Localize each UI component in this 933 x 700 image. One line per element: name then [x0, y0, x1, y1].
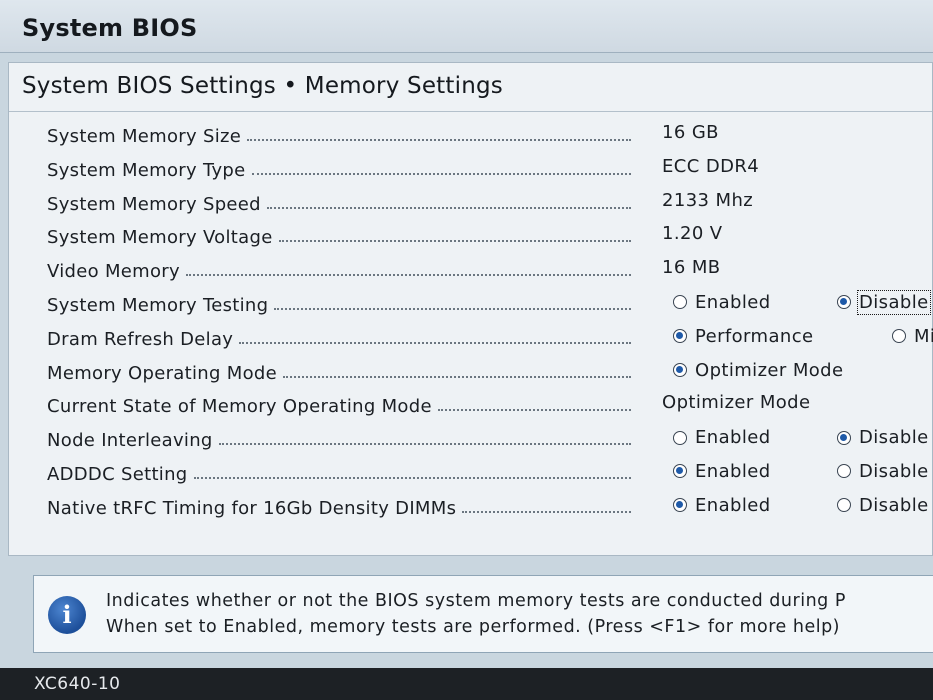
settings-panel: System BIOS Settings • Memory Settings S… — [8, 62, 933, 556]
help-line-1: Indicates whether or not the BIOS system… — [106, 591, 846, 611]
system-name: XC640-10 — [34, 674, 121, 694]
help-text: Indicates whether or not the BIOS system… — [106, 588, 846, 640]
radio-circle-icon — [673, 363, 687, 378]
setting-label: Native tRFC Timing for 16Gb Density DIMM… — [47, 497, 457, 519]
setting-row-video-memory: Video Memory 16 MB — [47, 254, 933, 288]
setting-row-system-memory-testing: System Memory Testing Enabled Disable — [47, 288, 933, 322]
leader-dots — [247, 139, 631, 141]
setting-label: System Memory Size — [47, 126, 242, 147]
setting-row-dram-refresh-delay: Dram Refresh Delay Performance Mi — [47, 322, 933, 356]
leader-dots — [462, 510, 631, 513]
setting-label: Node Interleaving — [47, 430, 213, 452]
setting-row-node-interleaving: Node Interleaving Enabled Disable — [47, 423, 933, 457]
setting-value: 1.20 V — [662, 223, 723, 245]
leader-dots — [185, 274, 631, 277]
radio-disable[interactable]: Disable — [837, 427, 929, 448]
setting-value: 16 MB — [662, 257, 721, 279]
leader-dots — [193, 476, 631, 479]
radio-circle-icon — [837, 430, 851, 445]
divider — [9, 111, 932, 112]
setting-row-system-memory-size: System Memory Size 16 GB — [47, 119, 933, 153]
radio-enabled[interactable]: Enabled — [673, 427, 771, 448]
title-bar: System BIOS — [0, 0, 933, 53]
radio-mi[interactable]: Mi — [892, 326, 933, 347]
status-bar: XC640-10 — [0, 668, 933, 700]
radio-circle-icon — [673, 498, 687, 513]
radio-circle-icon — [673, 430, 687, 445]
leader-dots — [266, 206, 631, 209]
info-icon: i — [48, 596, 86, 634]
radio-circle-icon — [673, 329, 687, 344]
setting-label: System Memory Type — [47, 159, 246, 181]
leader-dots — [437, 409, 631, 412]
radio-disable[interactable]: Disable — [837, 461, 929, 482]
setting-value: ECC DDR4 — [662, 155, 760, 177]
setting-row-memory-operating-mode: Memory Operating Mode Optimizer Mode — [47, 356, 933, 390]
setting-label: ADDDC Setting — [47, 463, 188, 485]
help-box: i Indicates whether or not the BIOS syst… — [33, 575, 933, 653]
page-title: System BIOS — [22, 14, 198, 42]
radio-enabled[interactable]: Enabled — [673, 461, 771, 482]
radio-performance[interactable]: Performance — [673, 326, 813, 347]
radio-circle-icon — [837, 464, 851, 479]
setting-row-adddc-setting: ADDDC Setting Enabled Disable — [47, 457, 933, 491]
setting-label: Memory Operating Mode — [47, 362, 277, 384]
setting-label: Current State of Memory Operating Mode — [47, 396, 432, 418]
setting-row-system-memory-voltage: System Memory Voltage 1.20 V — [47, 220, 933, 254]
radio-circle-icon — [673, 464, 687, 479]
setting-label: System Memory Speed — [47, 193, 261, 215]
radio-disable[interactable]: Disable — [837, 495, 929, 516]
radio-circle-icon — [837, 295, 851, 310]
radio-circle-icon — [673, 295, 687, 310]
setting-value: 16 GB — [662, 122, 719, 143]
setting-row-system-memory-type: System Memory Type ECC DDR4 — [47, 153, 933, 187]
setting-value: Optimizer Mode — [662, 392, 811, 414]
leader-dots — [218, 443, 631, 446]
radio-circle-icon — [892, 329, 906, 344]
setting-row-native-trfc-timing: Native tRFC Timing for 16Gb Density DIMM… — [47, 491, 933, 525]
radio-optimizer-mode[interactable]: Optimizer Mode — [673, 360, 843, 381]
setting-row-system-memory-speed: System Memory Speed 2133 Mhz — [47, 187, 933, 221]
leader-dots — [278, 240, 631, 243]
radio-enabled[interactable]: Enabled — [673, 292, 771, 313]
panel-title: System BIOS Settings • Memory Settings — [22, 73, 503, 99]
setting-label: System Memory Voltage — [47, 227, 273, 249]
leader-dots — [239, 341, 631, 344]
help-line-2: When set to Enabled, memory tests are pe… — [106, 617, 841, 637]
radio-enabled[interactable]: Enabled — [673, 495, 771, 516]
setting-label: Dram Refresh Delay — [47, 328, 234, 350]
setting-value: 2133 Mhz — [662, 189, 754, 211]
radio-disable[interactable]: Disable — [837, 289, 931, 315]
settings-list: System Memory Size 16 GB System Memory T… — [47, 119, 933, 525]
leader-dots — [282, 375, 631, 378]
radio-circle-icon — [837, 498, 851, 513]
setting-label: Video Memory — [47, 261, 180, 283]
setting-label: System Memory Testing — [47, 294, 269, 316]
setting-row-current-memory-operating-mode: Current State of Memory Operating Mode O… — [47, 389, 933, 423]
leader-dots — [274, 307, 631, 310]
leader-dots — [251, 172, 631, 175]
